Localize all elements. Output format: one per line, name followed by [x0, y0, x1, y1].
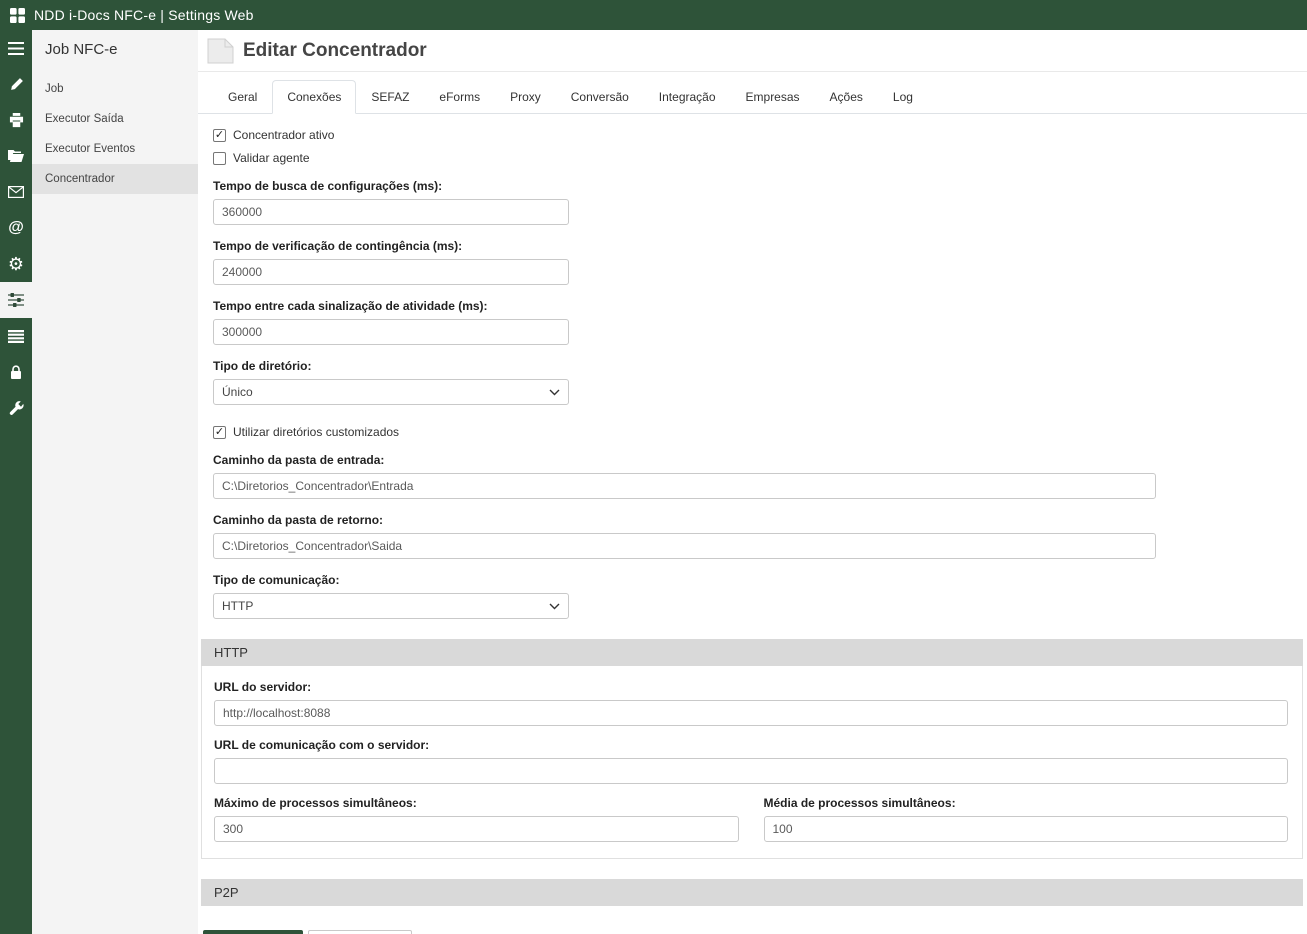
- sidebar-item-executor-saida[interactable]: Executor Saída: [32, 104, 198, 134]
- field-label: Máximo de processos simultâneos:: [214, 796, 739, 810]
- checkbox-validar-agente[interactable]: Validar agente: [213, 151, 1290, 165]
- field-label: Caminho da pasta de entrada:: [213, 453, 1290, 467]
- chevron-down-icon: [549, 389, 560, 396]
- field-tempo-verificacao: Tempo de verificação de contingência (ms…: [213, 239, 1290, 285]
- tab-conexoes[interactable]: Conexões: [272, 80, 356, 114]
- tab-acoes[interactable]: Ações: [815, 80, 878, 114]
- printer-icon[interactable]: [0, 102, 32, 138]
- select-value: Único: [222, 385, 253, 399]
- tipo-comunicacao-select[interactable]: HTTP: [213, 593, 569, 619]
- checkbox-icon[interactable]: [213, 152, 226, 165]
- field-tempo-busca: Tempo de busca de configurações (ms):: [213, 179, 1290, 225]
- tab-sefaz[interactable]: SEFAZ: [356, 80, 424, 114]
- chevron-down-icon: [549, 603, 560, 610]
- lock-icon[interactable]: [0, 354, 32, 390]
- sidebar: Job NFC-e Job Executor Saída Executor Ev…: [32, 30, 198, 934]
- select-value: HTTP: [222, 599, 253, 613]
- url-servidor-input[interactable]: [214, 700, 1288, 726]
- checkbox-icon[interactable]: [213, 426, 226, 439]
- cancel-button[interactable]: Cancelar: [308, 930, 412, 934]
- p2p-section-header[interactable]: P2P: [201, 879, 1303, 906]
- checkbox-utilizar-diretorios[interactable]: Utilizar diretórios customizados: [213, 425, 1290, 439]
- gear-icon[interactable]: ⚙: [0, 246, 32, 282]
- four-squares-logo-icon: [10, 8, 25, 23]
- tempo-sinalizacao-input[interactable]: [213, 319, 569, 345]
- tab-geral[interactable]: Geral: [213, 80, 272, 114]
- icon-rail: @ ⚙: [0, 30, 32, 934]
- list-icon[interactable]: [0, 318, 32, 354]
- sidebar-title: Job NFC-e: [32, 30, 198, 74]
- field-maximo-processos: Máximo de processos simultâneos:: [214, 796, 739, 842]
- checkbox-label: Validar agente: [233, 151, 310, 165]
- field-caminho-retorno: Caminho da pasta de retorno:: [213, 513, 1290, 559]
- field-label: URL do servidor:: [214, 680, 1288, 694]
- caminho-entrada-input[interactable]: [213, 473, 1156, 499]
- field-label: Caminho da pasta de retorno:: [213, 513, 1290, 527]
- field-label: Tempo entre cada sinalização de atividad…: [213, 299, 1290, 313]
- tab-conversao[interactable]: Conversão: [556, 80, 644, 114]
- tab-log[interactable]: Log: [878, 80, 928, 114]
- field-caminho-entrada: Caminho da pasta de entrada:: [213, 453, 1290, 499]
- form-content: Concentrador ativo Validar agente Tempo …: [198, 114, 1307, 934]
- field-label: Tipo de diretório:: [213, 359, 1290, 373]
- page-header: Editar Concentrador: [198, 30, 1307, 72]
- maximo-processos-input[interactable]: [214, 816, 739, 842]
- menu-icon[interactable]: [0, 30, 32, 66]
- field-url-servidor: URL do servidor:: [214, 680, 1288, 726]
- checkbox-concentrador-ativo[interactable]: Concentrador ativo: [213, 128, 1290, 142]
- field-media-processos: Média de processos simultâneos:: [764, 796, 1289, 842]
- field-tipo-comunicacao: Tipo de comunicação: HTTP: [213, 573, 1290, 619]
- http-section-header[interactable]: HTTP: [201, 639, 1303, 666]
- app-title: NDD i-Docs NFC-e | Settings Web: [34, 7, 254, 23]
- field-tipo-diretorio: Tipo de diretório: Único: [213, 359, 1290, 405]
- tab-eforms[interactable]: eForms: [424, 80, 495, 114]
- tab-bar: Geral Conexões SEFAZ eForms Proxy Conver…: [198, 72, 1307, 114]
- wrench-icon[interactable]: [0, 390, 32, 426]
- tempo-verificacao-input[interactable]: [213, 259, 569, 285]
- p2p-section: P2P: [201, 879, 1303, 906]
- field-label: Média de processos simultâneos:: [764, 796, 1289, 810]
- topbar: NDD i-Docs NFC-e | Settings Web: [0, 0, 1307, 30]
- folder-icon[interactable]: [0, 138, 32, 174]
- mail-icon[interactable]: [0, 174, 32, 210]
- field-label: Tempo de verificação de contingência (ms…: [213, 239, 1290, 253]
- field-label: URL de comunicação com o servidor:: [214, 738, 1288, 752]
- sidebar-item-executor-eventos[interactable]: Executor Eventos: [32, 134, 198, 164]
- field-tempo-sinalizacao: Tempo entre cada sinalização de atividad…: [213, 299, 1290, 345]
- checkbox-label: Concentrador ativo: [233, 128, 334, 142]
- tab-integracao[interactable]: Integração: [644, 80, 731, 114]
- tab-empresas[interactable]: Empresas: [731, 80, 815, 114]
- checkbox-icon[interactable]: [213, 129, 226, 142]
- sidebar-item-job[interactable]: Job: [32, 74, 198, 104]
- tipo-diretorio-select[interactable]: Único: [213, 379, 569, 405]
- document-icon: [205, 37, 235, 65]
- app-logo-icon[interactable]: [0, 8, 34, 23]
- caminho-retorno-input[interactable]: [213, 533, 1156, 559]
- main-panel: Editar Concentrador Geral Conexões SEFAZ…: [198, 30, 1307, 934]
- field-label: Tipo de comunicação:: [213, 573, 1290, 587]
- http-section: HTTP URL do servidor: URL de comunicação…: [201, 639, 1303, 859]
- signature-pen-icon[interactable]: [0, 66, 32, 102]
- field-label: Tempo de busca de configurações (ms):: [213, 179, 1290, 193]
- tab-proxy[interactable]: Proxy: [495, 80, 556, 114]
- save-button[interactable]: Gravar: [203, 930, 303, 934]
- http-section-body: URL do servidor: URL de comunicação com …: [201, 666, 1303, 859]
- at-sign-icon[interactable]: @: [0, 210, 32, 246]
- tempo-busca-input[interactable]: [213, 199, 569, 225]
- field-url-comunicacao: URL de comunicação com o servidor:: [214, 738, 1288, 784]
- page-title: Editar Concentrador: [243, 40, 427, 62]
- checkbox-label: Utilizar diretórios customizados: [233, 425, 399, 439]
- media-processos-input[interactable]: [764, 816, 1289, 842]
- form-actions: Gravar Cancelar: [203, 930, 1290, 934]
- sidebar-item-concentrador[interactable]: Concentrador: [32, 164, 198, 194]
- sliders-icon[interactable]: [0, 282, 32, 318]
- url-comunicacao-input[interactable]: [214, 758, 1288, 784]
